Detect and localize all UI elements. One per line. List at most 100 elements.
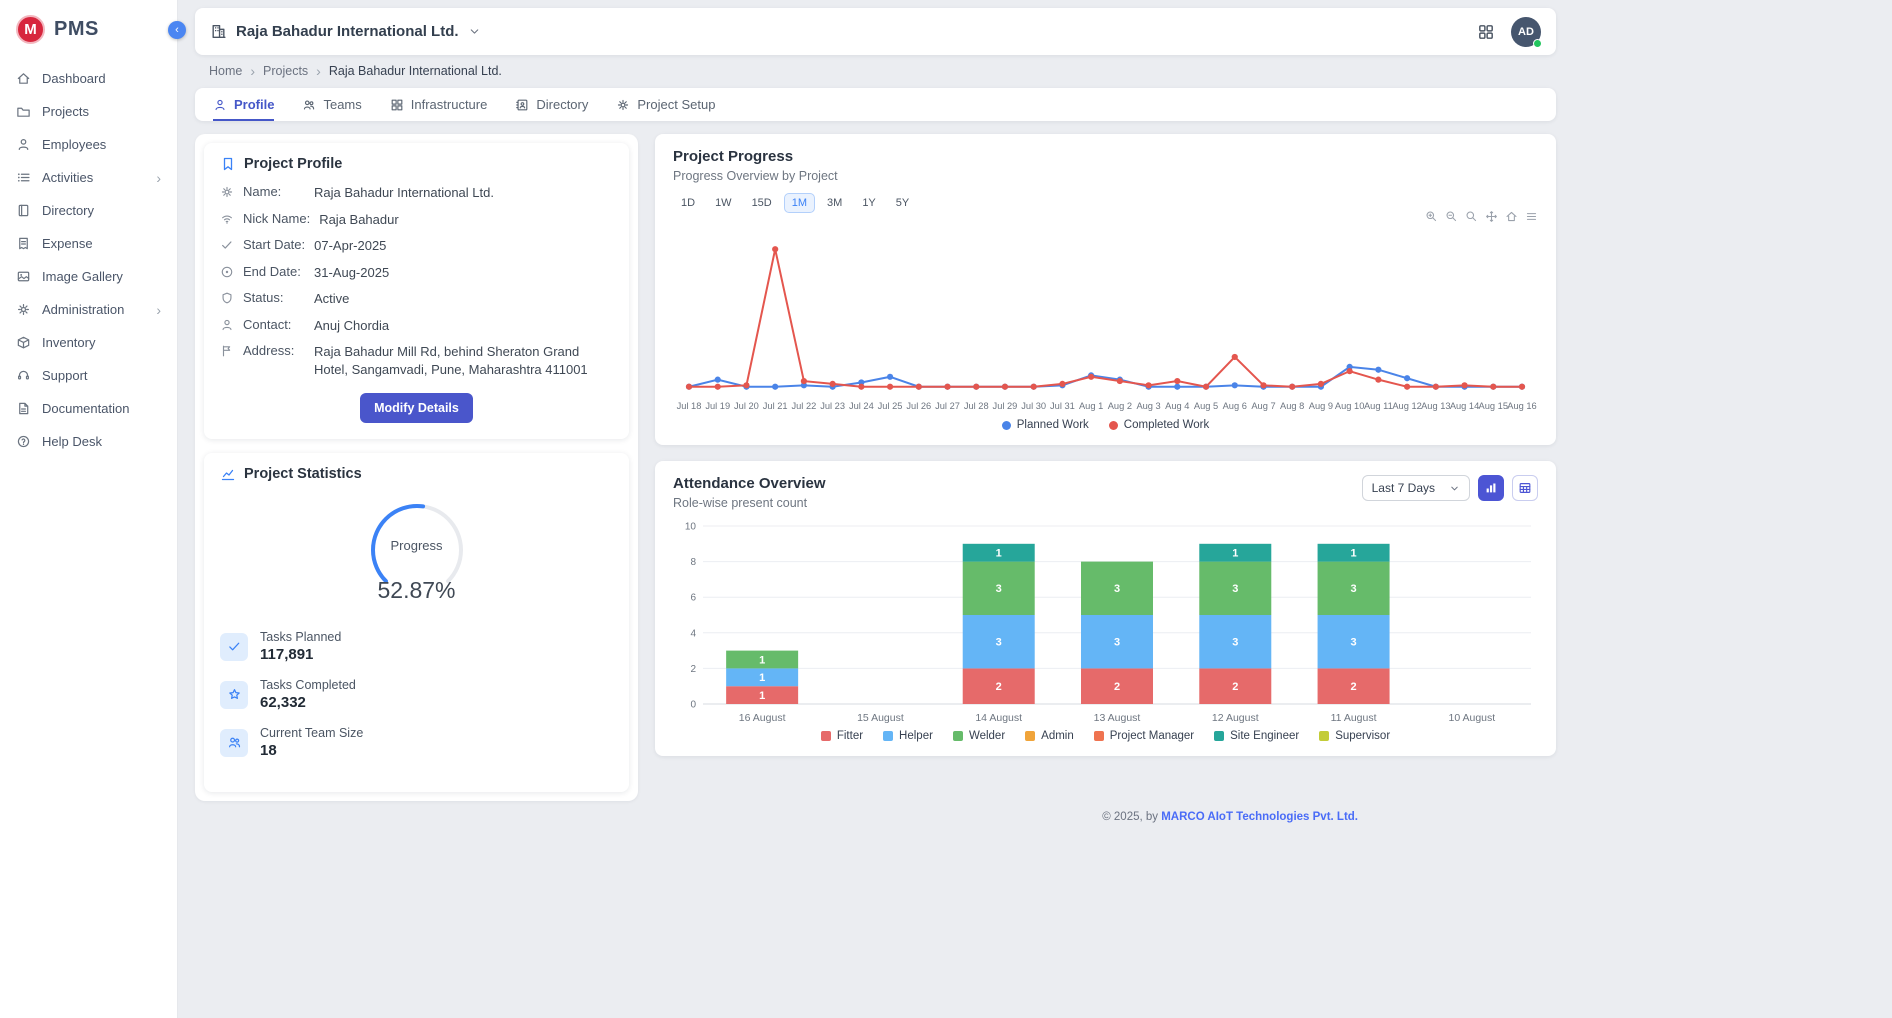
main-content: Raja Bahadur International Ltd. AD Home … xyxy=(178,0,1892,1018)
company-selector[interactable]: Raja Bahadur International Ltd. xyxy=(210,23,481,40)
sidebar-item-projects[interactable]: Projects xyxy=(0,95,177,128)
tab-label: Infrastructure xyxy=(411,97,488,112)
pan-icon[interactable] xyxy=(1485,210,1498,223)
table-view-toggle[interactable] xyxy=(1512,475,1538,501)
svg-text:Aug 8: Aug 8 xyxy=(1280,401,1304,411)
user-avatar[interactable]: AD xyxy=(1511,17,1541,47)
svg-text:Jul 28: Jul 28 xyxy=(964,401,989,411)
reset-axes-home-icon[interactable] xyxy=(1505,210,1518,223)
svg-text:1: 1 xyxy=(996,548,1002,560)
grid-icon xyxy=(390,98,404,112)
profile-field-status: Status: Active xyxy=(220,290,613,308)
legend-site-engineer[interactable]: Site Engineer xyxy=(1214,730,1299,742)
home-icon xyxy=(16,71,31,86)
svg-text:Aug 15: Aug 15 xyxy=(1479,401,1508,411)
svg-text:3: 3 xyxy=(1114,637,1120,649)
bar-chart-view-toggle[interactable] xyxy=(1478,475,1504,501)
range-1d[interactable]: 1D xyxy=(673,193,703,213)
svg-text:3: 3 xyxy=(996,583,1002,595)
headset-icon xyxy=(16,368,31,383)
tab-infrastructure[interactable]: Infrastructure xyxy=(390,88,488,121)
range-1m[interactable]: 1M xyxy=(784,193,815,213)
svg-text:Jul 26: Jul 26 xyxy=(906,401,931,411)
folder-icon xyxy=(16,104,31,119)
chevron-right-icon: › xyxy=(156,171,161,185)
stat-label: Tasks Planned xyxy=(260,630,341,644)
attendance-overview-card: Attendance Overview Role-wise present co… xyxy=(655,461,1556,756)
footer-company-link[interactable]: MARCO AIoT Technologies Pvt. Ltd. xyxy=(1161,811,1358,823)
svg-text:11 August: 11 August xyxy=(1331,712,1377,724)
range-15d[interactable]: 15D xyxy=(744,193,780,213)
modify-details-button[interactable]: Modify Details xyxy=(360,393,473,423)
sidebar-item-dashboard[interactable]: Dashboard xyxy=(0,62,177,95)
legend-planned-work[interactable]: Planned Work xyxy=(1002,419,1089,431)
legend-admin[interactable]: Admin xyxy=(1025,730,1074,742)
profile-field-name: Name: Raja Bahadur International Ltd. xyxy=(220,184,613,202)
breadcrumb-projects[interactable]: Projects xyxy=(263,64,308,78)
sidebar-item-directory[interactable]: Directory xyxy=(0,194,177,227)
svg-text:Jul 29: Jul 29 xyxy=(993,401,1018,411)
tab-profile[interactable]: Profile xyxy=(213,88,274,121)
profile-field-start-date: Start Date: 07-Apr-2025 xyxy=(220,237,613,255)
legend-fitter[interactable]: Fitter xyxy=(821,730,863,742)
sidebar-item-support[interactable]: Support xyxy=(0,359,177,392)
sidebar-item-documentation[interactable]: Documentation xyxy=(0,392,177,425)
check-icon xyxy=(220,238,234,252)
gear-icon xyxy=(616,98,630,112)
tab-label: Teams xyxy=(323,97,361,112)
legend-helper[interactable]: Helper xyxy=(883,730,933,742)
sidebar-collapse-button[interactable]: ‹ xyxy=(168,21,186,39)
svg-text:3: 3 xyxy=(1351,583,1357,595)
range-1y[interactable]: 1Y xyxy=(854,193,883,213)
svg-text:3: 3 xyxy=(1232,583,1238,595)
breadcrumb-home[interactable]: Home xyxy=(209,64,242,78)
legend-welder[interactable]: Welder xyxy=(953,730,1005,742)
svg-text:Aug 4: Aug 4 xyxy=(1165,401,1189,411)
svg-text:Aug 14: Aug 14 xyxy=(1450,401,1479,411)
field-label: Status: xyxy=(243,290,305,305)
box-zoom-icon[interactable] xyxy=(1465,210,1478,223)
footer: © 2025, by MARCO AIoT Technologies Pvt. … xyxy=(195,811,1556,823)
check-icon xyxy=(220,633,248,661)
user-icon xyxy=(16,137,31,152)
help-circle-icon xyxy=(16,434,31,449)
range-5y[interactable]: 5Y xyxy=(888,193,917,213)
legend-project-manager[interactable]: Project Manager xyxy=(1094,730,1194,742)
zoom-out-icon[interactable] xyxy=(1445,210,1458,223)
project-progress-chart[interactable]: Jul 18Jul 19Jul 20Jul 21Jul 22Jul 23Jul … xyxy=(673,219,1538,417)
svg-text:Aug 3: Aug 3 xyxy=(1136,401,1160,411)
svg-text:Jul 24: Jul 24 xyxy=(849,401,874,411)
sidebar-item-employees[interactable]: Employees xyxy=(0,128,177,161)
menu-icon[interactable] xyxy=(1525,210,1538,223)
legend-supervisor[interactable]: Supervisor xyxy=(1319,730,1390,742)
svg-text:Jul 31: Jul 31 xyxy=(1050,401,1075,411)
sidebar: ‹ M PMS Dashboard Projects Employees Act… xyxy=(0,0,178,1018)
star-icon xyxy=(220,681,248,709)
range-select[interactable]: Last 7 Days xyxy=(1362,475,1470,501)
sidebar-item-administration[interactable]: Administration › xyxy=(0,293,177,326)
svg-text:Aug 1: Aug 1 xyxy=(1079,401,1103,411)
svg-text:Jul 23: Jul 23 xyxy=(820,401,845,411)
apps-grid-icon[interactable] xyxy=(1477,23,1495,41)
legend-completed-work[interactable]: Completed Work xyxy=(1109,419,1209,431)
stat-value: 18 xyxy=(260,742,363,759)
svg-text:1: 1 xyxy=(1232,548,1238,560)
svg-text:Aug 7: Aug 7 xyxy=(1251,401,1275,411)
range-3m[interactable]: 3M xyxy=(819,193,850,213)
sidebar-item-label: Directory xyxy=(42,203,94,218)
stat-current-team-size: Current Team Size 18 xyxy=(220,726,613,759)
card-title: Project Statistics xyxy=(244,466,362,482)
sidebar-item-image-gallery[interactable]: Image Gallery xyxy=(0,260,177,293)
bar-chart-icon xyxy=(1484,481,1498,495)
range-1w[interactable]: 1W xyxy=(707,193,740,213)
tab-project-setup[interactable]: Project Setup xyxy=(616,88,715,121)
card-subtitle: Role-wise present count xyxy=(673,496,826,510)
tab-teams[interactable]: Teams xyxy=(302,88,361,121)
sidebar-item-inventory[interactable]: Inventory xyxy=(0,326,177,359)
sidebar-item-expense[interactable]: Expense xyxy=(0,227,177,260)
sidebar-item-help-desk[interactable]: Help Desk xyxy=(0,425,177,458)
tab-directory[interactable]: Directory xyxy=(515,88,588,121)
zoom-in-icon[interactable] xyxy=(1425,210,1438,223)
sidebar-item-activities[interactable]: Activities › xyxy=(0,161,177,194)
attendance-chart[interactable]: 024681011116 August15 August233114 Augus… xyxy=(673,518,1538,728)
